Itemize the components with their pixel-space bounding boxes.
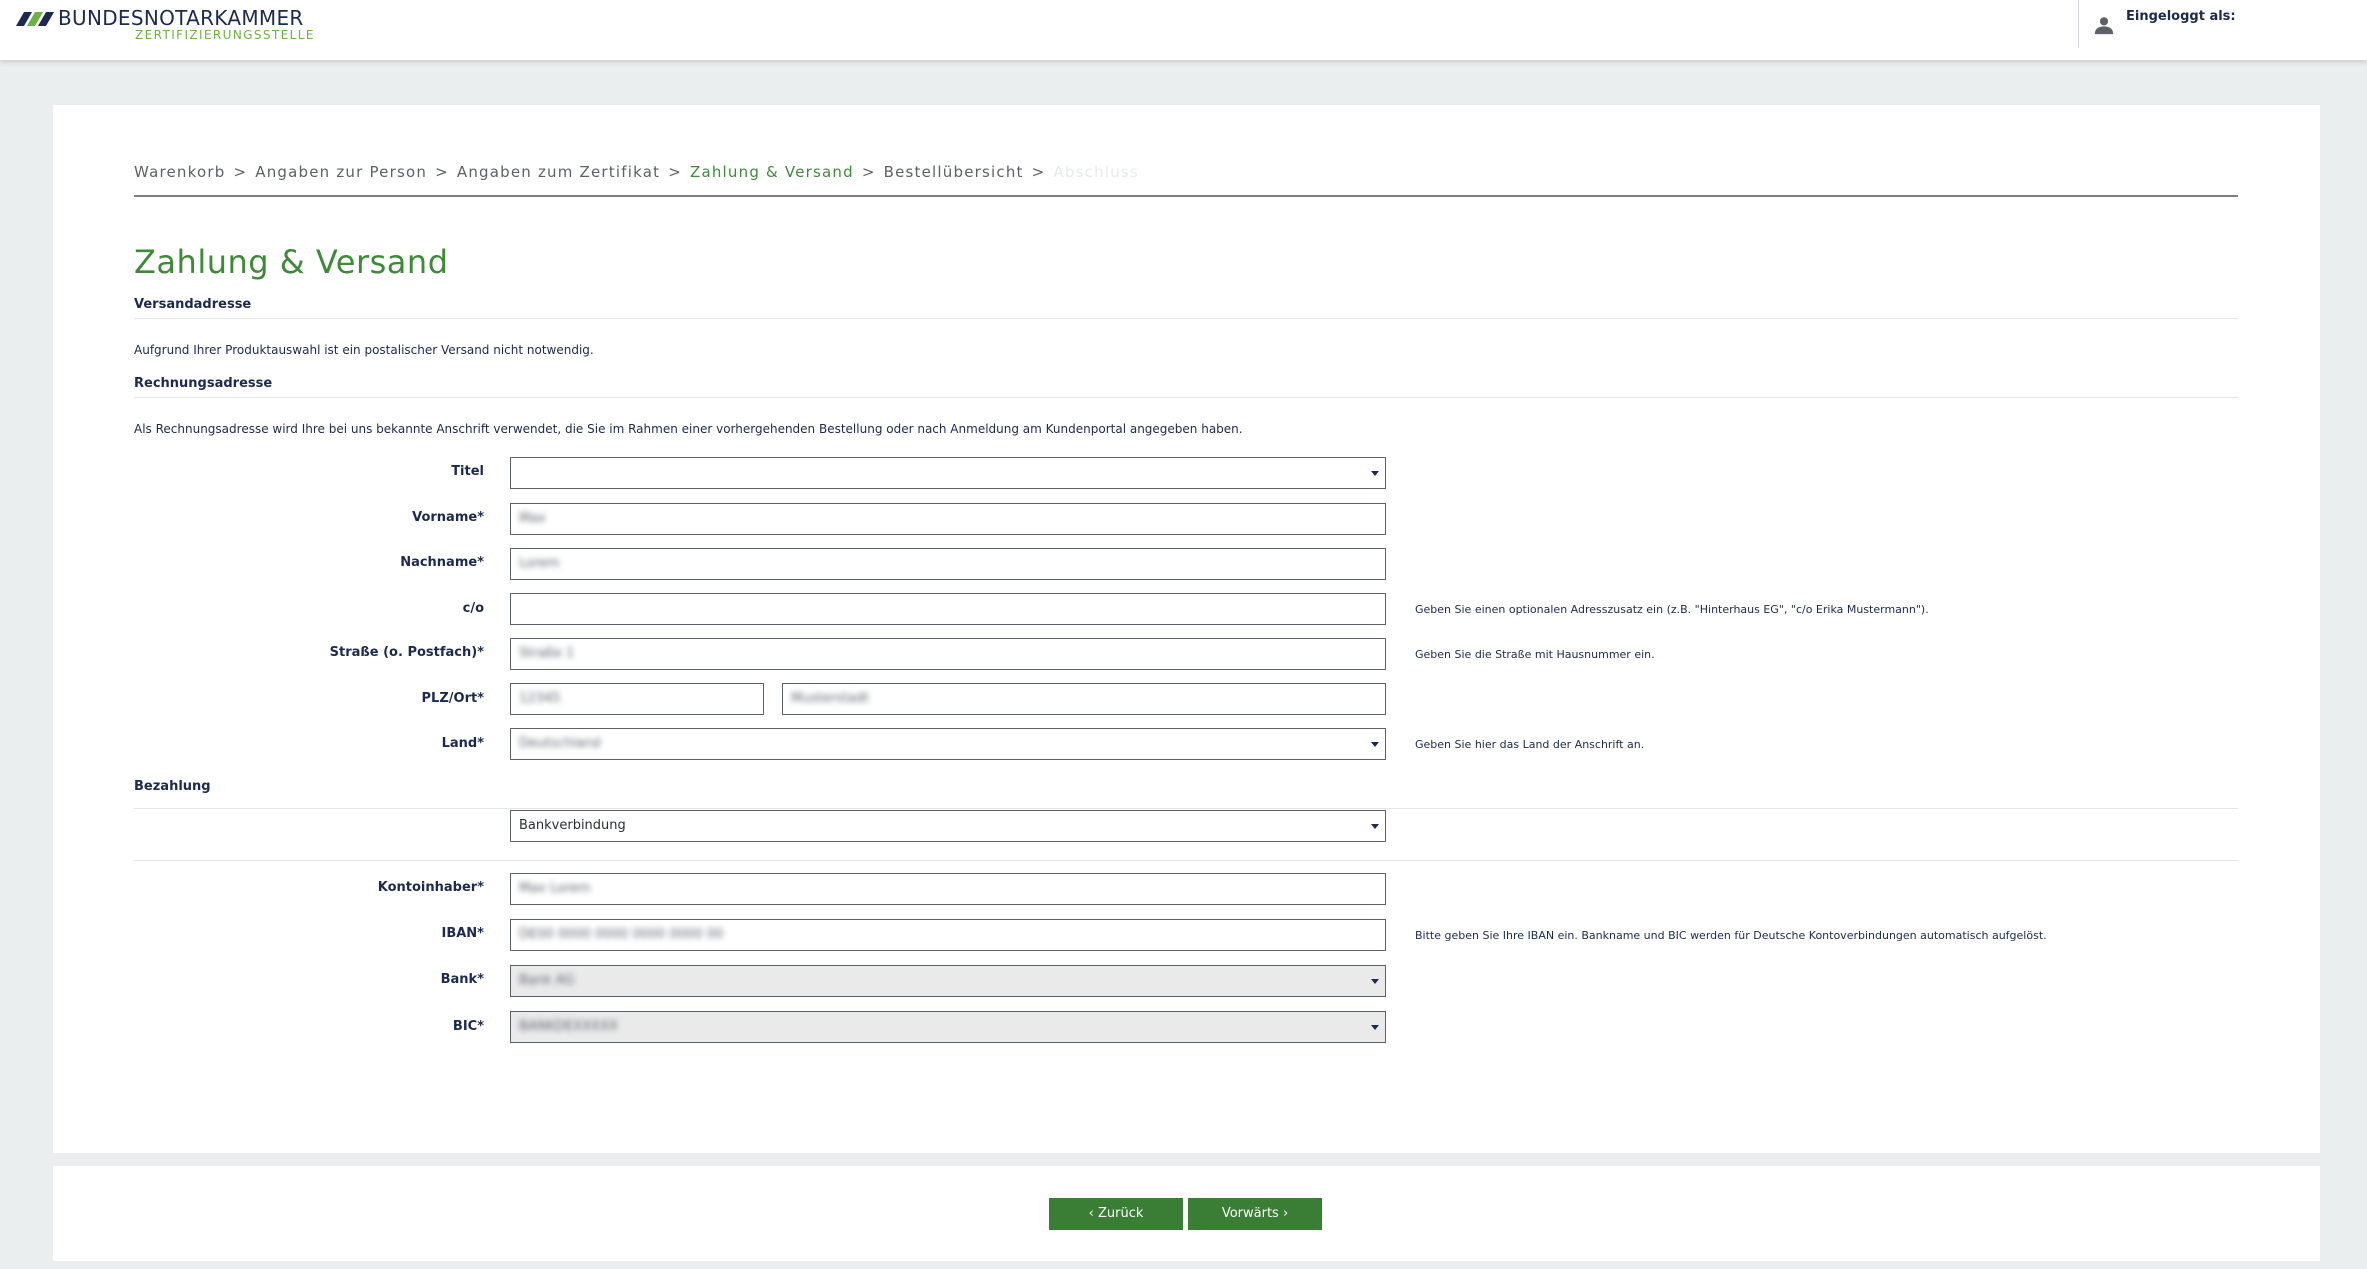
page-title: Zahlung & Versand [134,243,449,281]
back-button[interactable]: ‹ Zurück [1049,1198,1183,1230]
payment-method-value: Bankverbindung [519,818,626,833]
back-button-label: Zurück [1097,1206,1144,1221]
breadcrumb-item-zahlung-versand: Zahlung & Versand [689,163,854,181]
zip-input[interactable]: 12345 [510,683,764,715]
shipping-heading-text: Versandadresse [134,297,252,312]
last-name-label: Nachname* [400,555,484,570]
breadcrumb-separator: > [1031,163,1046,181]
bank-select[interactable]: Bank AG [510,965,1386,997]
shipping-section-heading: Versandadresse [134,297,2238,319]
co-input[interactable] [510,593,1386,625]
breadcrumb-item-angaben-zertifikat[interactable]: Angaben zum Zertifikat [457,163,660,181]
payment-method-select[interactable]: Bankverbindung [510,810,1386,842]
main-card: Warenkorb > Angaben zur Person > Angaben zum… [53,105,2320,1153]
street-input[interactable]: Straße 1 [510,638,1386,670]
breadcrumb-item-angaben-person[interactable]: Angaben zur Person [255,163,427,181]
caret-down-icon [1371,1025,1379,1030]
bic-label: BIC* [452,1019,484,1034]
billing-section-heading: Rechnungsadresse [134,376,2238,398]
next-button-label: Vorwärts [1221,1206,1279,1221]
bic-select[interactable]: BANKDEXXXXX [510,1011,1386,1043]
caret-down-icon [1371,742,1379,747]
logo-mark-icon [14,12,56,26]
iban-value: DE00 0000 0000 0000 0000 00 [519,927,724,942]
billing-info-text: Als Rechnungsadresse wird Ihre bei uns b… [134,422,1243,436]
chevron-right-icon: › [1278,1206,1289,1221]
caret-down-icon [1371,824,1379,829]
top-header: BUNDESNOTARKAMMER ZERTIFIZIERUNGSSTELLE … [0,0,2367,60]
country-label: Land* [441,736,484,751]
payment-section-heading: Bezahlung [134,779,2238,809]
city-value: Musterstadt [791,691,869,706]
first-name-input[interactable]: Max [510,503,1386,535]
first-name-value: Max [519,511,546,526]
breadcrumb-item-warenkorb[interactable]: Warenkorb [134,163,225,181]
breadcrumb: Warenkorb > Angaben zur Person > Angaben zum… [134,163,2238,197]
breadcrumb-separator: > [233,163,248,181]
iban-input[interactable]: DE00 0000 0000 0000 0000 00 [510,919,1386,951]
last-name-input[interactable]: Lorem [510,548,1386,580]
iban-hint: Bitte geben Sie Ihre IBAN ein. Bankname … [1415,929,2047,942]
caret-down-icon [1371,979,1379,984]
co-hint: Geben Sie einen optionalen Adresszusatz … [1415,603,1929,616]
zip-city-label: PLZ/Ort* [421,691,484,706]
last-name-value: Lorem [519,556,560,571]
payment-divider [134,860,2238,861]
country-value: Deutschland [519,736,601,751]
country-select[interactable]: Deutschland [510,728,1386,760]
title-select[interactable] [510,457,1386,489]
shipping-info-text: Aufgrund Ihrer Produktauswahl ist ein po… [134,343,594,357]
logo-main-text: BUNDESNOTARKAMMER [58,6,304,30]
country-hint: Geben Sie hier das Land der Anschrift an… [1415,738,1645,751]
caret-down-icon [1371,471,1379,476]
next-button[interactable]: Vorwärts › [1188,1198,1322,1230]
bic-value: BANKDEXXXXX [519,1019,618,1034]
title-label: Titel [451,464,484,479]
billing-heading-text: Rechnungsadresse [134,376,273,391]
zip-value: 12345 [519,691,561,706]
account-holder-label: Kontoinhaber* [377,880,484,895]
bank-label: Bank* [440,972,484,987]
chevron-left-icon: ‹ [1088,1206,1098,1221]
street-hint: Geben Sie die Straße mit Hausnummer ein. [1415,648,1655,661]
user-menu[interactable]: Eingeloggt als: [2078,0,2236,48]
first-name-label: Vorname* [412,510,484,525]
user-icon [2094,17,2114,35]
account-holder-value: Max Lorem [519,881,591,896]
breadcrumb-separator: > [668,163,682,181]
logo-sub-text: ZERTIFIZIERUNGSSTELLE [135,28,315,42]
iban-label: IBAN* [441,926,485,941]
footer-card: ‹ Zurück Vorwärts › [53,1166,2320,1261]
breadcrumb-item-abschluss: Abschluss [1053,163,1139,181]
breadcrumb-separator: > [861,163,876,181]
street-value: Straße 1 [519,646,575,661]
city-input[interactable]: Musterstadt [782,683,1386,715]
breadcrumb-item-bestelluebersicht: Bestellübersicht [883,163,1024,181]
bank-value: Bank AG [519,973,575,988]
account-holder-input[interactable]: Max Lorem [510,873,1386,905]
payment-heading-text: Bezahlung [134,779,211,794]
breadcrumb-separator: > [435,163,449,181]
street-label: Straße (o. Postfach)* [329,645,484,660]
co-label: c/o [462,601,484,616]
logged-in-label: Eingeloggt als: [2126,9,2236,24]
